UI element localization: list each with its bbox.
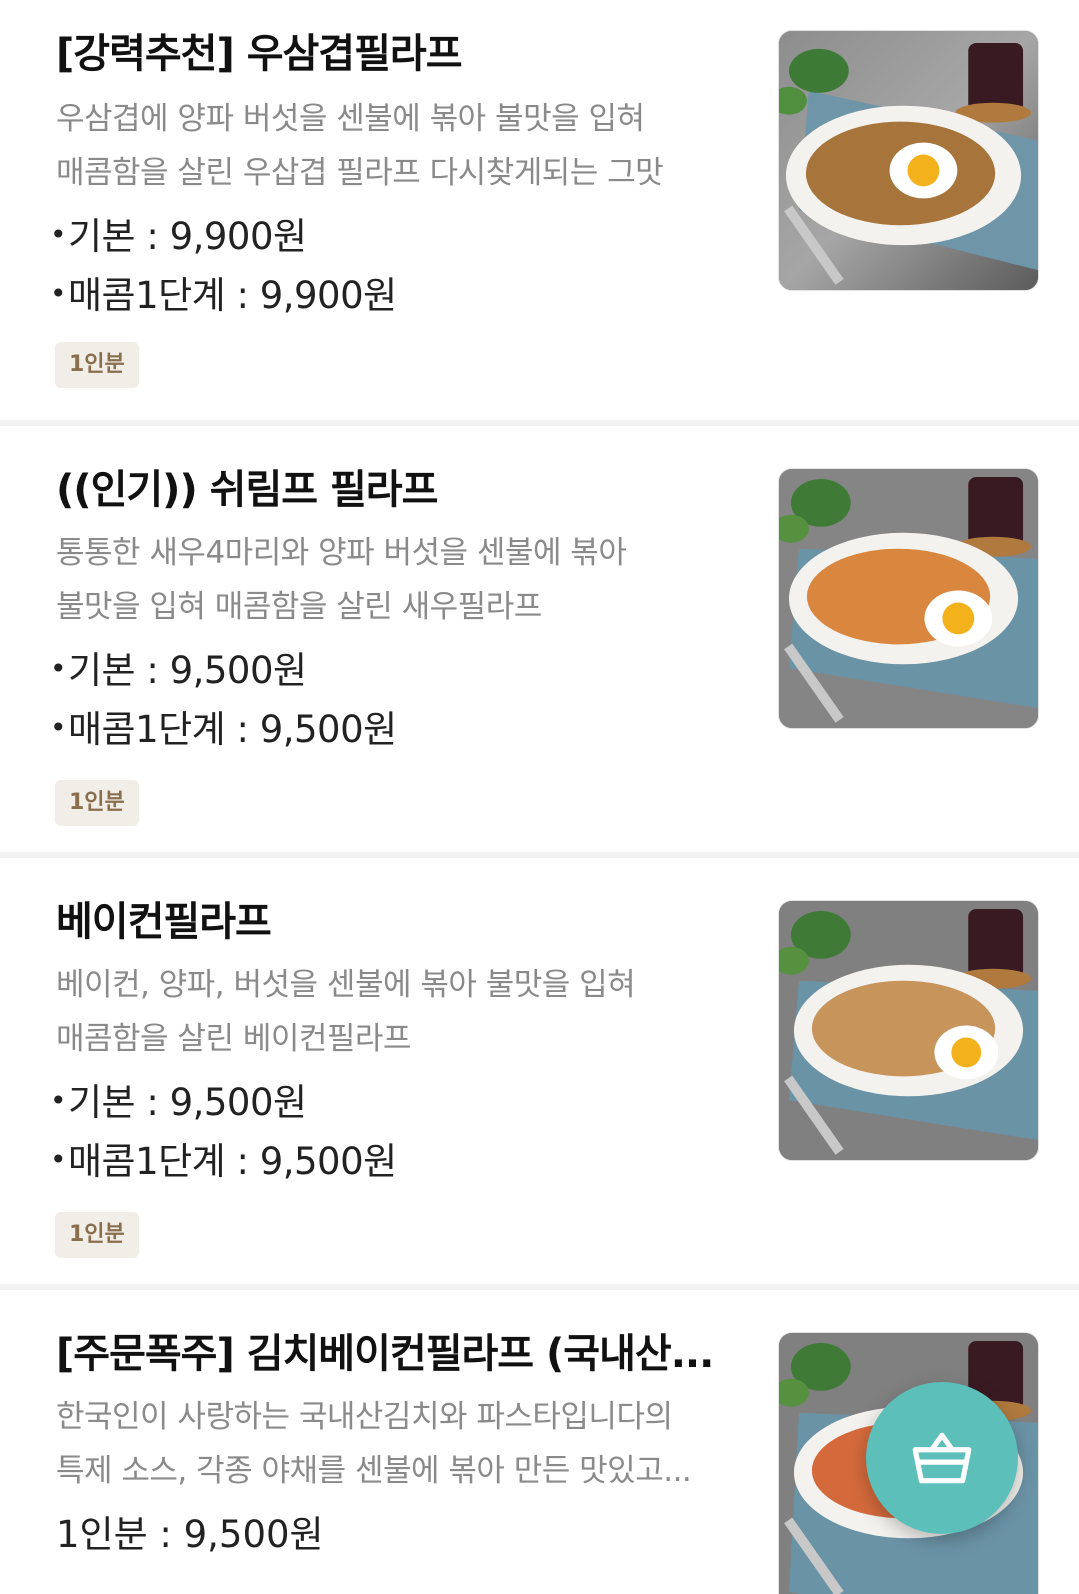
menu-item-description: 통통한 새우4마리와 양파 버섯을 센불에 볶아 불맛을 입혀 매콤함을 살린 …	[56, 526, 736, 634]
price-row-spicy: •매콤1단계 : 9,500원	[50, 708, 397, 751]
menu-item-title: ((인기)) 쉬림프 필라프	[56, 467, 438, 513]
price-row-basic: •기본 : 9,900원	[50, 215, 307, 258]
serving-badge: 1인분	[55, 1212, 139, 1258]
menu-item[interactable]: 베이컨필라프 베이컨, 양파, 버섯을 센불에 볶아 불맛을 입혀 매콤함을 살…	[0, 858, 1079, 1290]
basket-icon	[912, 1432, 972, 1484]
price-row-plain: 1인분 : 9,500원	[56, 1513, 324, 1556]
description-line: 매콤함을 살린 우삽겹 필라프 다시찾게되는 그맛	[56, 155, 664, 191]
menu-item[interactable]: ((인기)) 쉬림프 필라프 통통한 새우4마리와 양파 버섯을 센불에 볶아 …	[0, 426, 1079, 858]
description-line: 특제 소스, 각종 야채를 센불에 볶아 만든 맛있고...	[56, 1453, 692, 1489]
menu-item-title: 베이컨필라프	[56, 899, 272, 945]
price-row-basic: •기본 : 9,500원	[50, 1081, 307, 1124]
price-list: •기본 : 9,500원 •매콤1단계 : 9,500원	[50, 642, 397, 760]
price-row-basic: •기본 : 9,500원	[50, 649, 307, 692]
serving-badge: 1인분	[55, 342, 139, 388]
description-line: 베이컨, 양파, 버섯을 센불에 볶아 불맛을 입혀	[56, 967, 636, 1003]
menu-item[interactable]: [강력추천] 우삼겹필라프 우삼겹에 양파 버섯을 센불에 볶아 불맛을 입혀 …	[0, 0, 1079, 426]
description-line: 매콤함을 살린 베이컨필라프	[56, 1021, 411, 1057]
cart-button[interactable]	[866, 1382, 1018, 1534]
price-list: •기본 : 9,500원 •매콤1단계 : 9,500원	[50, 1074, 397, 1192]
shrimp-pilaf-photo[interactable]	[778, 468, 1039, 729]
serving-badge: 1인분	[55, 780, 139, 826]
menu-item-title: [강력추천] 우삼겹필라프	[56, 31, 463, 77]
menu-list: [강력추천] 우삼겹필라프 우삼겹에 양파 버섯을 센불에 볶아 불맛을 입혀 …	[0, 0, 1079, 1594]
description-line: 한국인이 사랑하는 국내산김치와 파스타입니다의	[56, 1399, 673, 1435]
menu-item-title: [주문폭주] 김치베이컨필라프 (국내산...	[56, 1331, 714, 1377]
bacon-pilaf-photo[interactable]	[778, 900, 1039, 1161]
menu-item-description: 한국인이 사랑하는 국내산김치와 파스타입니다의 특제 소스, 각종 야채를 센…	[56, 1390, 736, 1498]
beef-pilaf-photo[interactable]	[778, 30, 1039, 291]
description-line: 우삼겹에 양파 버섯을 센불에 볶아 불맛을 입혀	[56, 101, 645, 137]
price-row-spicy: •매콤1단계 : 9,900원	[50, 274, 397, 317]
price-list: •기본 : 9,900원 •매콤1단계 : 9,900원	[50, 208, 397, 326]
price-row-spicy: •매콤1단계 : 9,500원	[50, 1140, 397, 1183]
description-line: 불맛을 입혀 매콤함을 살린 새우필라프	[56, 589, 542, 625]
menu-item-description: 우삼겹에 양파 버섯을 센불에 볶아 불맛을 입혀 매콤함을 살린 우삽겹 필라…	[56, 92, 736, 200]
menu-item-description: 베이컨, 양파, 버섯을 센불에 볶아 불맛을 입혀 매콤함을 살린 베이컨필라…	[56, 958, 736, 1066]
description-line: 통통한 새우4마리와 양파 버섯을 센불에 볶아	[56, 535, 627, 571]
